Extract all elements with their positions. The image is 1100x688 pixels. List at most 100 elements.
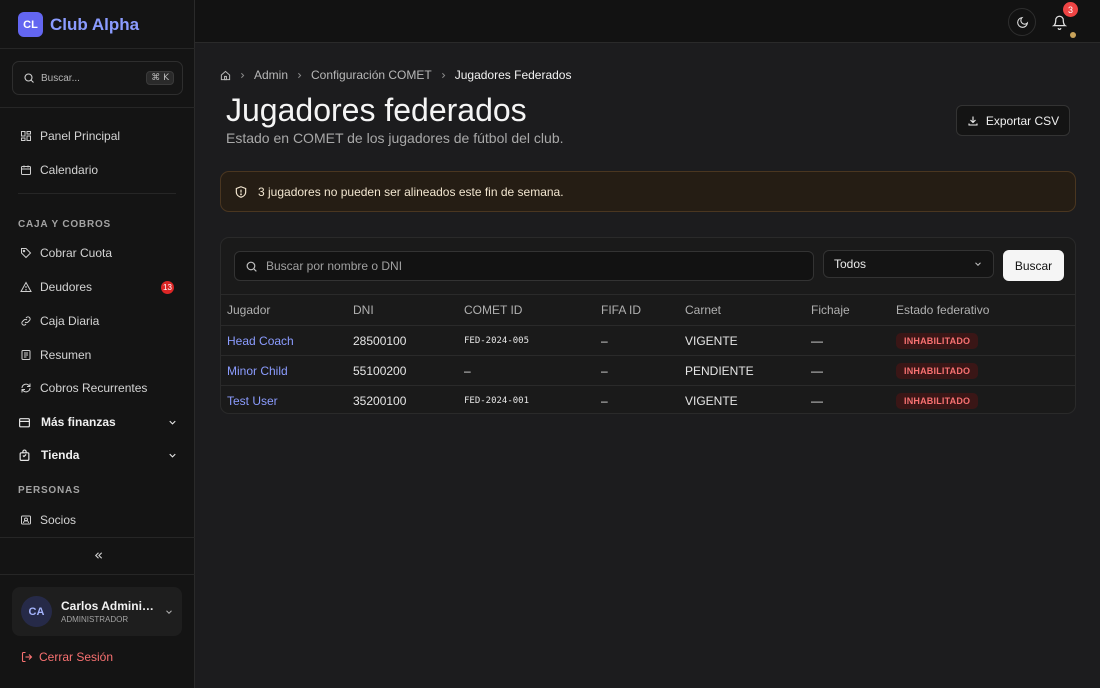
- search-button[interactable]: Buscar: [1003, 250, 1064, 281]
- notification-count-badge: 3: [1063, 2, 1078, 17]
- divider: [0, 537, 195, 538]
- cell-fifa-id: –: [601, 393, 608, 408]
- nav-group-tienda[interactable]: Tienda: [18, 445, 178, 465]
- export-csv-button[interactable]: Exportar CSV: [956, 105, 1070, 136]
- double-chevron-left-icon: [94, 551, 102, 559]
- column-header-dni[interactable]: DNI: [353, 294, 464, 326]
- nav-item-calendario[interactable]: Calendario: [20, 160, 180, 180]
- nav-item-label: Socios: [40, 513, 77, 527]
- nav-item-label: Deudores: [40, 280, 93, 294]
- nav-item-cobros-recurrentes[interactable]: Cobros Recurrentes: [20, 378, 180, 398]
- cell-comet-id: FED-2024-005: [464, 325, 601, 356]
- nav-item-socios[interactable]: Socios: [20, 510, 180, 530]
- logout-label: Cerrar Sesión: [39, 650, 114, 664]
- table-row[interactable]: Head Coach 28500100 FED-2024-005 – VIGEN…: [221, 325, 1075, 356]
- nav-item-cobrar-cuota[interactable]: Cobrar Cuota: [20, 243, 180, 263]
- player-search-input[interactable]: Buscar por nombre o DNI: [234, 251, 814, 281]
- bag-icon: [19, 449, 30, 461]
- player-link[interactable]: Test User: [227, 394, 278, 408]
- chevron-down-icon: [169, 453, 176, 458]
- page-subtitle: Estado en COMET de los jugadores de fútb…: [226, 130, 564, 146]
- user-name: Carlos Adminis...: [61, 599, 155, 613]
- nav-group-label: Más finanzas: [41, 415, 116, 429]
- cell-carnet: VIGENTE: [685, 325, 811, 356]
- calendar-icon: [21, 165, 31, 175]
- home-icon[interactable]: [220, 70, 231, 81]
- sidebar-search[interactable]: Buscar... ⌘ K: [12, 61, 183, 95]
- cell-fichaje: —: [811, 393, 823, 408]
- nav-group-label: Tienda: [41, 448, 80, 462]
- user-info: Carlos Adminis... ADMINISTRADOR: [61, 599, 155, 624]
- chevron-right-icon: [298, 72, 302, 78]
- cell-fifa-id: –: [601, 325, 685, 356]
- cell-fifa-id: –: [601, 355, 685, 386]
- warning-icon: [20, 281, 32, 292]
- export-csv-label: Exportar CSV: [985, 113, 1060, 128]
- player-link[interactable]: Head Coach: [227, 334, 294, 348]
- column-header-jugador[interactable]: Jugador: [221, 294, 353, 326]
- chevron-right-icon: [441, 72, 446, 78]
- breadcrumb: Admin Configuración COMET Jugadores Fede…: [220, 68, 571, 82]
- breadcrumb-link-admin[interactable]: Admin: [254, 68, 288, 82]
- collapse-sidebar-button[interactable]: [90, 548, 106, 562]
- grid-icon: [21, 131, 31, 141]
- cell-jugador: Head Coach: [221, 325, 353, 356]
- cell-jugador: Test User: [221, 386, 353, 414]
- divider: [0, 574, 195, 575]
- column-header-estado-federativo[interactable]: Estado federativo: [896, 294, 1075, 326]
- column-header-fifa-id[interactable]: FIFA ID: [601, 294, 685, 326]
- status-badge: INHABILITADO: [896, 362, 979, 379]
- brand-name: Club Alpha: [50, 14, 140, 34]
- table-row[interactable]: Test User 35200100 FED-2024-001 – VIGENT…: [221, 386, 1075, 414]
- chevron-down-icon: [169, 420, 176, 425]
- column-header-carnet[interactable]: Carnet: [685, 294, 811, 326]
- cell-dni: 35200100: [353, 393, 407, 408]
- column-header-comet-id[interactable]: COMET ID: [464, 294, 601, 326]
- status-badge: INHABILITADO: [896, 392, 979, 409]
- user-menu[interactable]: CA Carlos Adminis... ADMINISTRADOR: [12, 587, 182, 636]
- chevron-down-icon: [975, 262, 981, 266]
- table-row[interactable]: Minor Child 55100200 – – PENDIENTE — INH…: [221, 355, 1075, 386]
- moon-icon: [1016, 16, 1028, 28]
- divider: [0, 107, 195, 108]
- breadcrumb-current: Jugadores Federados: [454, 68, 572, 82]
- chevron-down-icon: [166, 609, 172, 614]
- user-role: ADMINISTRADOR: [61, 615, 129, 624]
- cell-fichaje: —: [811, 355, 896, 386]
- theme-toggle-button[interactable]: [1008, 8, 1036, 36]
- cell-dni: 28500100: [353, 325, 464, 356]
- nav-item-label: Resumen: [40, 348, 92, 362]
- nav-item-label: Cobros Recurrentes: [40, 381, 148, 395]
- topbar: 3: [195, 0, 1100, 43]
- id-card-icon: [21, 515, 31, 525]
- cell-jugador: Minor Child: [221, 355, 353, 386]
- chevron-right-icon: [241, 72, 245, 78]
- section-personas: PERSONAS: [18, 485, 81, 496]
- sidebar: CL Club Alpha Buscar... ⌘ K Panel Princi…: [0, 0, 195, 688]
- nav-item-deudores[interactable]: Deudores 13: [20, 277, 180, 297]
- brand[interactable]: CL Club Alpha: [18, 12, 139, 37]
- column-header-fichaje[interactable]: Fichaje: [811, 294, 896, 326]
- sidebar-search-placeholder: Buscar...: [41, 72, 80, 84]
- nav-item-caja-diaria[interactable]: Caja Diaria: [20, 311, 180, 331]
- section-caja-y-cobros: CAJA Y COBROS: [18, 219, 112, 230]
- search-icon: [246, 261, 257, 272]
- status-filter-value: Todos: [834, 257, 867, 271]
- nav-item-panel-principal[interactable]: Panel Principal: [20, 126, 180, 146]
- nav-item-label: Caja Diaria: [40, 314, 100, 328]
- player-link[interactable]: Minor Child: [227, 364, 288, 378]
- cell-comet-id: –: [464, 355, 601, 386]
- players-table: Jugador DNI COMET ID FIFA ID Carnet Fich…: [221, 294, 1075, 414]
- cell-estado: INHABILITADO: [896, 325, 1075, 356]
- search-icon: [24, 73, 34, 83]
- shield-alert-icon: [235, 185, 247, 198]
- logout-icon: [21, 651, 33, 663]
- avatar: CA: [21, 596, 52, 627]
- refresh-icon: [21, 383, 31, 393]
- status-filter-select[interactable]: Todos: [823, 250, 994, 278]
- logout-button[interactable]: Cerrar Sesión: [21, 650, 113, 664]
- nav-group-mas-finanzas[interactable]: Más finanzas: [18, 412, 178, 432]
- breadcrumb-link-configuracion-comet[interactable]: Configuración COMET: [311, 68, 432, 82]
- warning-alert: 3 jugadores no pueden ser alineados este…: [220, 171, 1076, 212]
- nav-item-resumen[interactable]: Resumen: [20, 345, 180, 365]
